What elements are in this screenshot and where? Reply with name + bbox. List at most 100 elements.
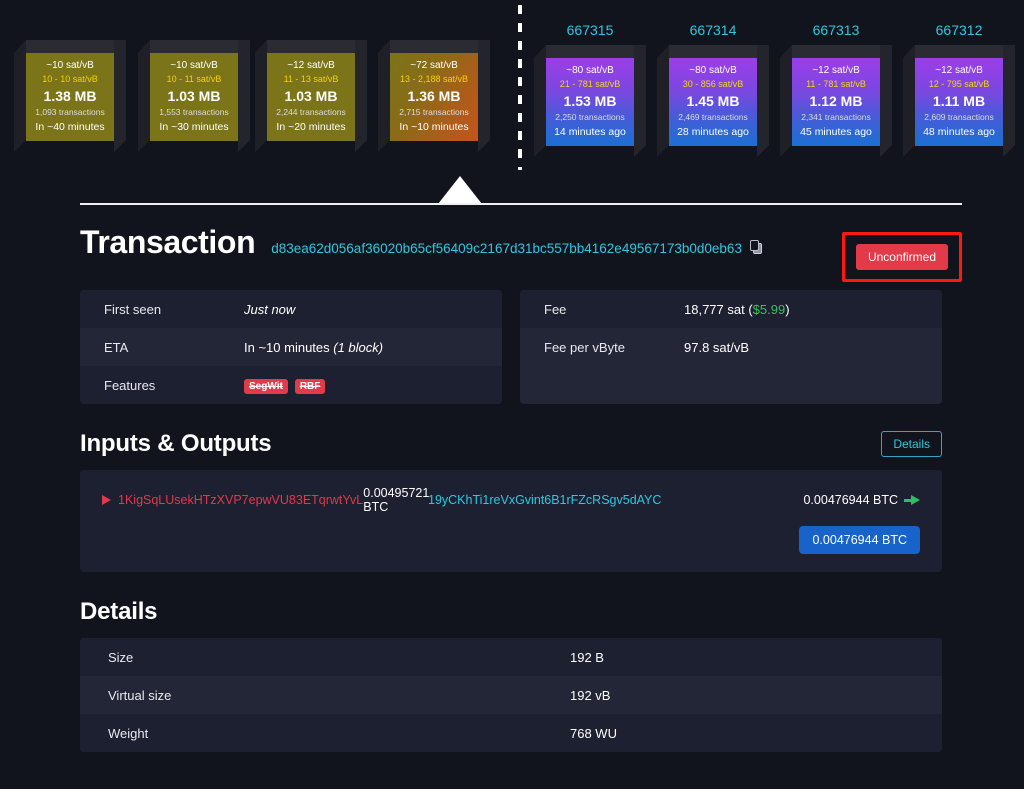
details-button[interactable]: Details [881,431,942,457]
chain-block-667312[interactable]: ~12 sat/vB 12 - 795 sat/vB 1.11 MB 2,609… [903,45,1015,157]
chain-block-667315[interactable]: ~80 sat/vB 21 - 781 sat/vB 1.53 MB 2,250… [534,45,646,157]
blockchain-strip: ~10 sat/vB 10 - 10 sat/vB 1.38 MB 1,093 … [0,0,1024,205]
block-height-667313[interactable]: 667313 [780,22,892,38]
details-table: Size 192 B Virtual size 192 vB Weight 76… [80,638,942,752]
fee-range: 10 - 11 sat/vB [166,73,222,84]
badge-rbf: RBF [294,378,326,394]
row-key: Weight [108,725,149,741]
input-cell: 1KigSqLUsekHTzXVP7epwVU83ETqrwtYvL 0.004… [102,486,429,514]
tx-count: 1,093 transactions [35,107,105,118]
mempool-block-1[interactable]: ~10 sat/vB 10 - 11 sat/vB 1.03 MB 1,553 … [138,40,250,152]
output-amount: 0.00476944 BTC [803,493,898,507]
block-height-667315[interactable]: 667315 [534,22,646,38]
block-age: 28 minutes ago [677,125,749,138]
block-right-face [757,45,769,157]
output-amount-pill[interactable]: 0.00476944 BTC [799,526,920,554]
transaction-id-text: d83ea62d056af36020b65cf56409c2167d31bc55… [271,241,742,256]
block-right-face [355,40,367,152]
block-height-667312[interactable]: 667312 [903,22,1015,38]
transaction-id[interactable]: d83ea62d056af36020b65cf56409c2167d31bc55… [271,240,763,256]
median-fee: ~80 sat/vB [689,65,737,76]
fee-usd: $5.99 [752,301,786,317]
transaction-summary-tables: First seen Just now ETA In ~10 minutes (… [80,290,942,404]
block-top-face [378,40,490,53]
row-value: SegWit RBF [244,377,326,394]
block-age: 14 minutes ago [554,125,626,138]
badge-segwit: SegWit [244,378,288,394]
block-height-667314[interactable]: 667314 [657,22,769,38]
table-row-weight: Weight 768 WU [80,714,942,752]
row-key: Features [104,377,156,393]
mempool-chain-divider-icon [518,5,522,170]
block-top-face [255,40,367,53]
row-value: 18,777 sat ($5.99) [684,302,790,317]
row-key: First seen [104,301,162,317]
median-fee: ~72 sat/vB [410,60,458,71]
row-value: 192 B [570,649,604,665]
block-eta: In ~30 minutes [159,120,229,133]
fee-range: 10 - 10 sat/vB [42,73,98,84]
inputs-outputs-card: 1KigSqLUsekHTzXVP7epwVU83ETqrwtYvL 0.004… [80,470,942,572]
table-row-virtual-size: Virtual size 192 vB [80,676,942,714]
row-key: ETA [104,339,129,355]
median-fee: ~12 sat/vB [812,65,860,76]
output-address[interactable]: 19yCKhTi1reVxGvint6B1rFZcRSgv5dAYC [428,493,661,507]
block-eta: In ~10 minutes [399,120,469,133]
output-arrow-head-icon [911,495,920,505]
block-size: 1.38 MB [43,87,97,104]
input-arrow-head-icon [102,495,111,505]
table-row-first-seen: First seen Just now [80,290,502,328]
block-size: 1.03 MB [284,87,338,104]
block-right-face [238,40,250,152]
inputs-outputs-heading: Inputs & Outputs [80,430,272,457]
fee-tail: ) [785,301,790,317]
block-eta: In ~40 minutes [35,120,105,133]
block-size: 1.12 MB [809,92,863,109]
block-right-face [1003,45,1015,157]
row-value: 192 vB [570,687,611,703]
block-right-face [634,45,646,157]
block-size: 1.03 MB [167,87,221,104]
table-row-eta: ETA In ~10 minutes (1 block) [80,328,502,366]
status-badge[interactable]: Unconfirmed [855,244,948,270]
table-row-features: Features SegWit RBF [80,366,502,404]
table-row: 1KigSqLUsekHTzXVP7epwVU83ETqrwtYvL 0.004… [102,486,920,514]
block-size: 1.36 MB [407,87,461,104]
chain-block-667313[interactable]: ~12 sat/vB 11 - 781 sat/vB 1.12 MB 2,341… [780,45,892,157]
input-address[interactable]: 1KigSqLUsekHTzXVP7epwVU83ETqrwtYvL [118,493,363,507]
block-age: 48 minutes ago [923,125,995,138]
transaction-header: Transaction d83ea62d056af36020b65cf56409… [80,224,962,282]
mempool-block-2[interactable]: ~12 sat/vB 11 - 13 sat/vB 1.03 MB 2,244 … [255,40,367,152]
fee-range: 11 - 781 sat/vB [806,78,866,89]
row-key: Fee per vByte [544,339,625,355]
row-value: Just now [244,302,295,317]
details-heading: Details [80,598,158,625]
block-size: 1.11 MB [932,92,986,109]
median-fee: ~12 sat/vB [935,65,983,76]
block-eta: In ~20 minutes [276,120,346,133]
transaction-right-table: Fee 18,777 sat ($5.99) Fee per vByte 97.… [520,290,942,404]
clipboard-copy-icon[interactable] [749,240,763,255]
status-highlight-box: Unconfirmed [841,232,962,282]
median-fee: ~12 sat/vB [287,60,335,71]
tx-count: 2,469 transactions [678,112,748,123]
mempool-block-0[interactable]: ~10 sat/vB 10 - 10 sat/vB 1.38 MB 1,093 … [14,40,126,152]
block-top-face [138,40,250,53]
tx-count: 1,553 transactions [159,107,229,118]
tx-count: 2,244 transactions [276,107,346,118]
row-value: In ~10 minutes (1 block) [244,340,383,355]
mempool-block-3[interactable]: ~72 sat/vB 13 - 2,188 sat/vB 1.36 MB 2,7… [378,40,490,152]
page-title: Transaction [80,224,256,260]
block-right-face [880,45,892,157]
table-row-fee-per-vbyte: Fee per vByte 97.8 sat/vB [520,328,942,366]
chain-block-667314[interactable]: ~80 sat/vB 30 - 856 sat/vB 1.45 MB 2,469… [657,45,769,157]
fee-sat: 18,777 sat ( [684,301,753,317]
page-root: ~10 sat/vB 10 - 10 sat/vB 1.38 MB 1,093 … [0,0,1024,789]
median-fee: ~80 sat/vB [566,65,614,76]
eta-value: In ~10 minutes [244,339,334,355]
eta-blocks: (1 block) [333,339,384,355]
row-value: 768 WU [570,725,617,741]
main-content: Transaction d83ea62d056af36020b65cf56409… [0,204,1024,752]
fee-range: 13 - 2,188 sat/vB [399,73,469,84]
input-amount: 0.00495721 BTC [363,486,430,514]
